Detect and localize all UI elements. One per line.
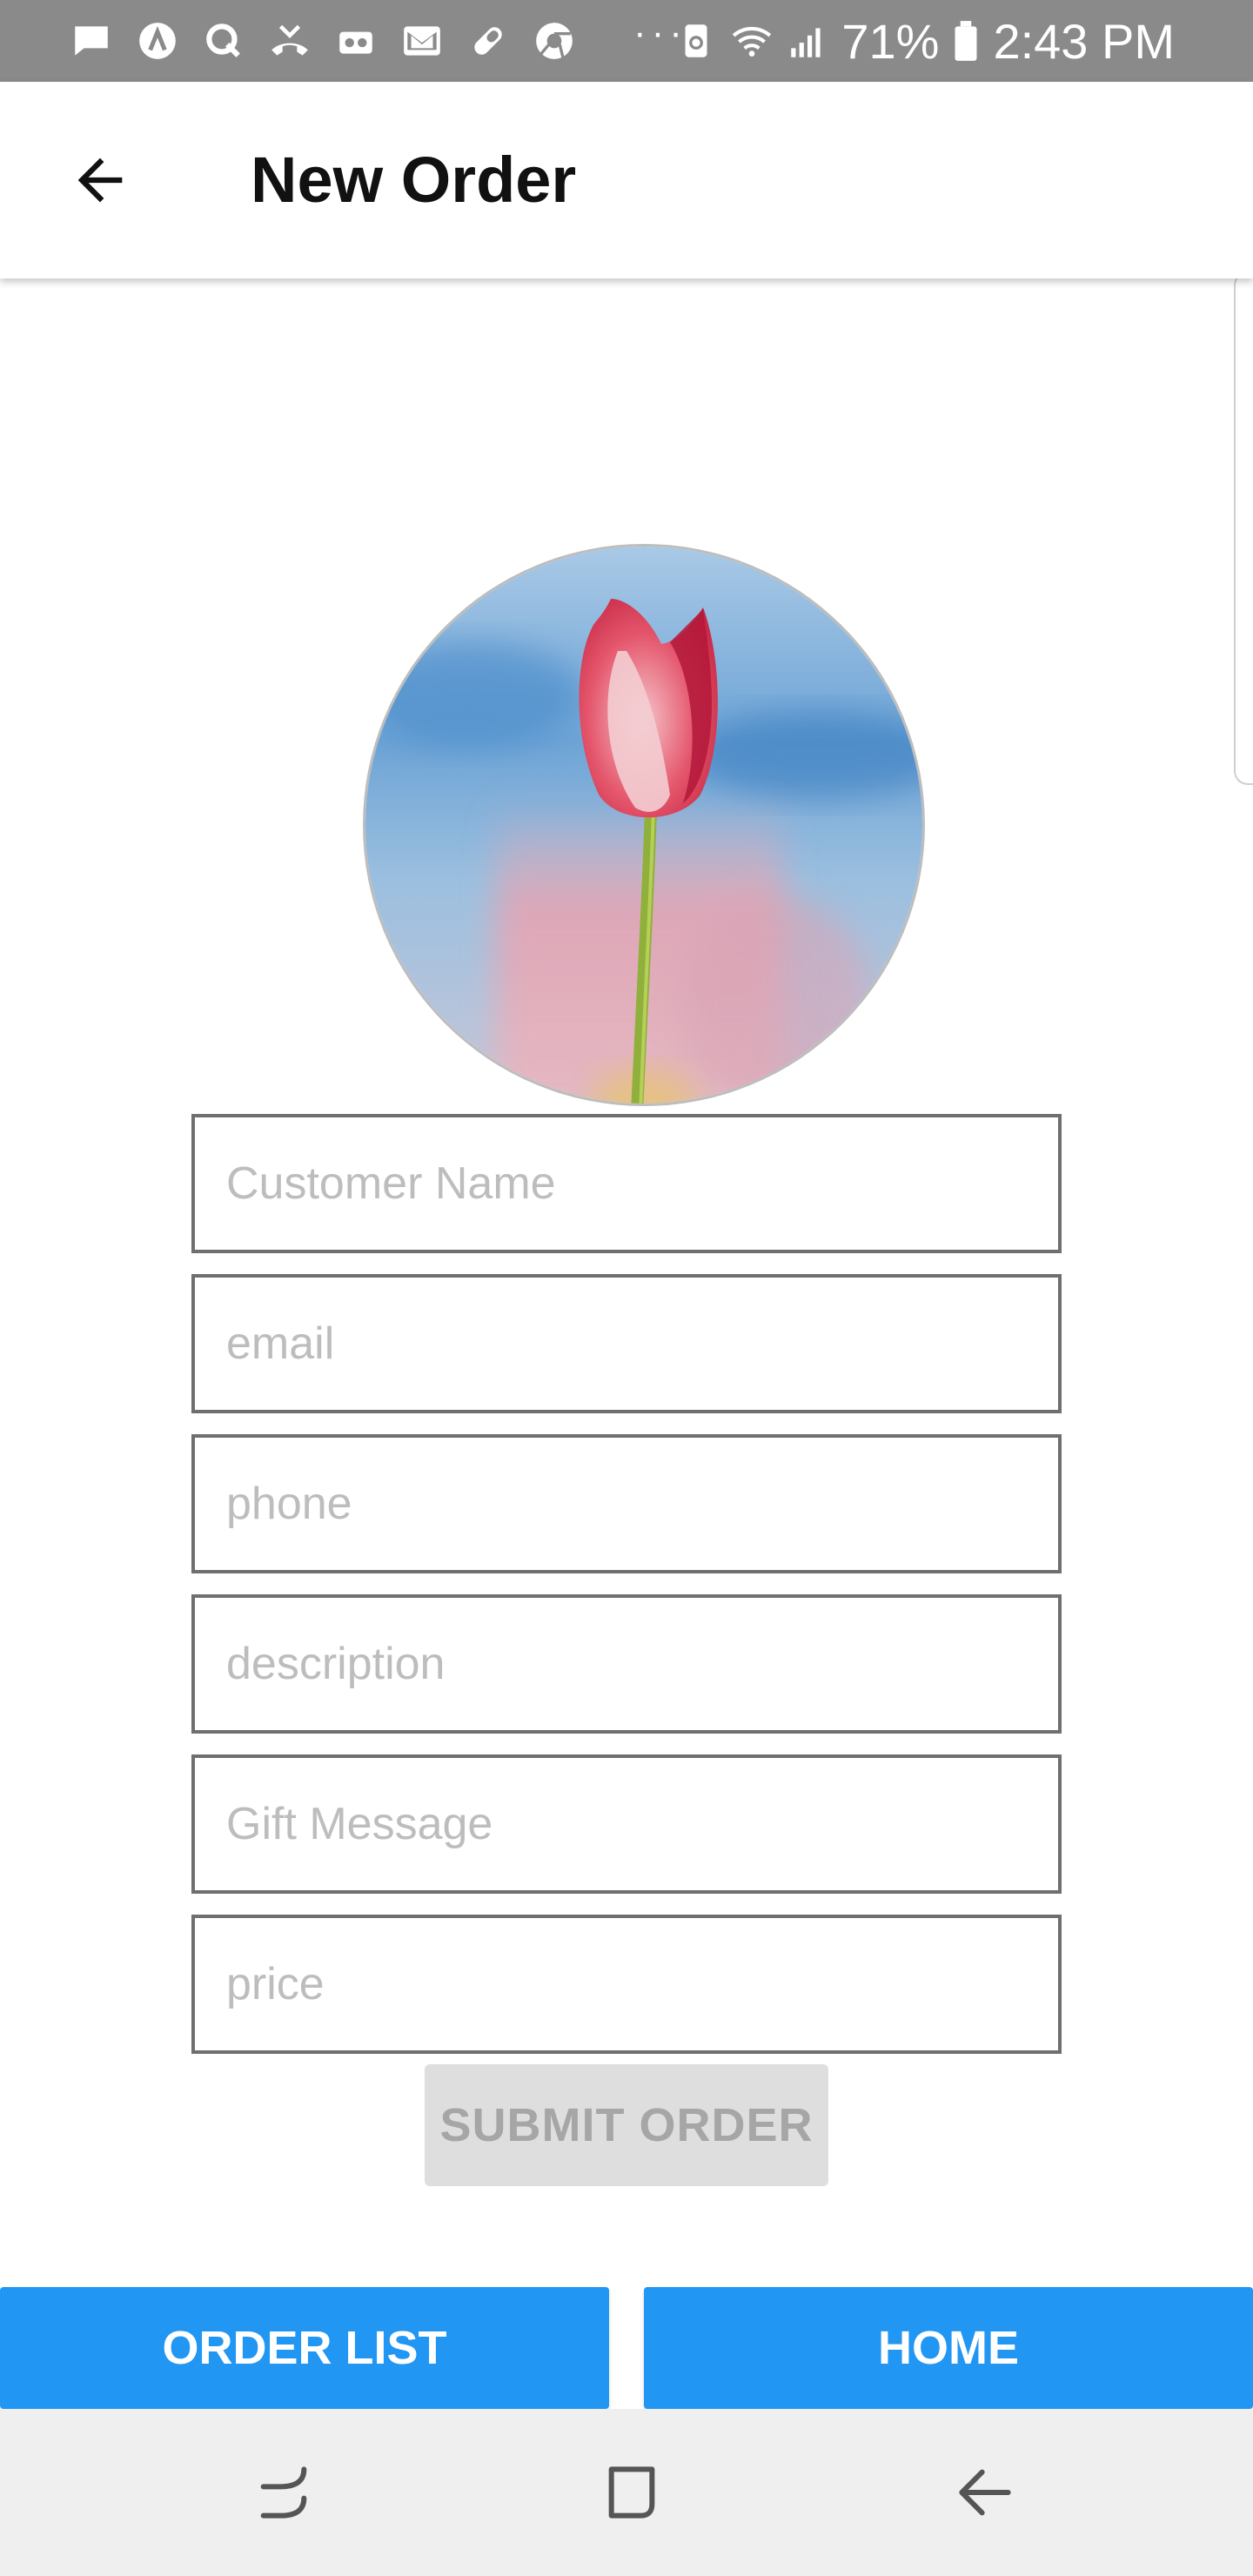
battery-icon: [951, 19, 981, 63]
square-home-icon: [608, 2466, 655, 2519]
back-arrow-icon: [959, 2469, 1011, 2516]
price-input[interactable]: [191, 1915, 1062, 2054]
recents-icon: [260, 2466, 307, 2519]
missed-call-icon: [268, 19, 312, 63]
message-icon: [70, 19, 113, 63]
page-title: New Order: [251, 144, 577, 216]
scroll-indicator: [1234, 272, 1253, 785]
gmail-icon: [400, 19, 444, 63]
order-list-button[interactable]: ORDER LIST: [0, 2287, 609, 2409]
submit-order-button[interactable]: SUBMIT ORDER: [425, 2064, 828, 2186]
tulip-image: [365, 547, 922, 1104]
phone-input[interactable]: [191, 1434, 1062, 1573]
app-lambda-icon: [136, 19, 179, 63]
notification-icons: ···: [0, 0, 687, 82]
pill-icon: [466, 19, 510, 63]
sync-alert-icon: [674, 19, 718, 63]
email-input[interactable]: [191, 1274, 1062, 1413]
gift-message-input[interactable]: [191, 1754, 1062, 1894]
arrow-back-icon: [77, 158, 123, 203]
system-back-button[interactable]: [941, 2449, 1029, 2536]
home-button[interactable]: HOME: [644, 2287, 1253, 2409]
app-q-icon: [202, 19, 245, 63]
battery-percent: 71%: [841, 13, 940, 69]
description-input[interactable]: [191, 1594, 1062, 1734]
chrome-icon: [533, 19, 576, 63]
customer-name-input[interactable]: [191, 1114, 1062, 1253]
system-status: 71% 2:43 PM: [674, 0, 1175, 82]
clock: 2:43 PM: [993, 13, 1175, 69]
signal-icon: [786, 19, 829, 63]
app-bar: New Order: [0, 82, 1253, 278]
system-home-button[interactable]: [588, 2449, 675, 2536]
voicemail-icon: [334, 19, 378, 63]
recents-button[interactable]: [240, 2449, 327, 2536]
back-button[interactable]: [52, 132, 148, 228]
wifi-icon: [730, 19, 774, 63]
status-bar: ··· 71% 2:43 PM: [0, 0, 1253, 82]
system-navigation-bar: [0, 2409, 1253, 2576]
order-photo[interactable]: [365, 547, 922, 1104]
